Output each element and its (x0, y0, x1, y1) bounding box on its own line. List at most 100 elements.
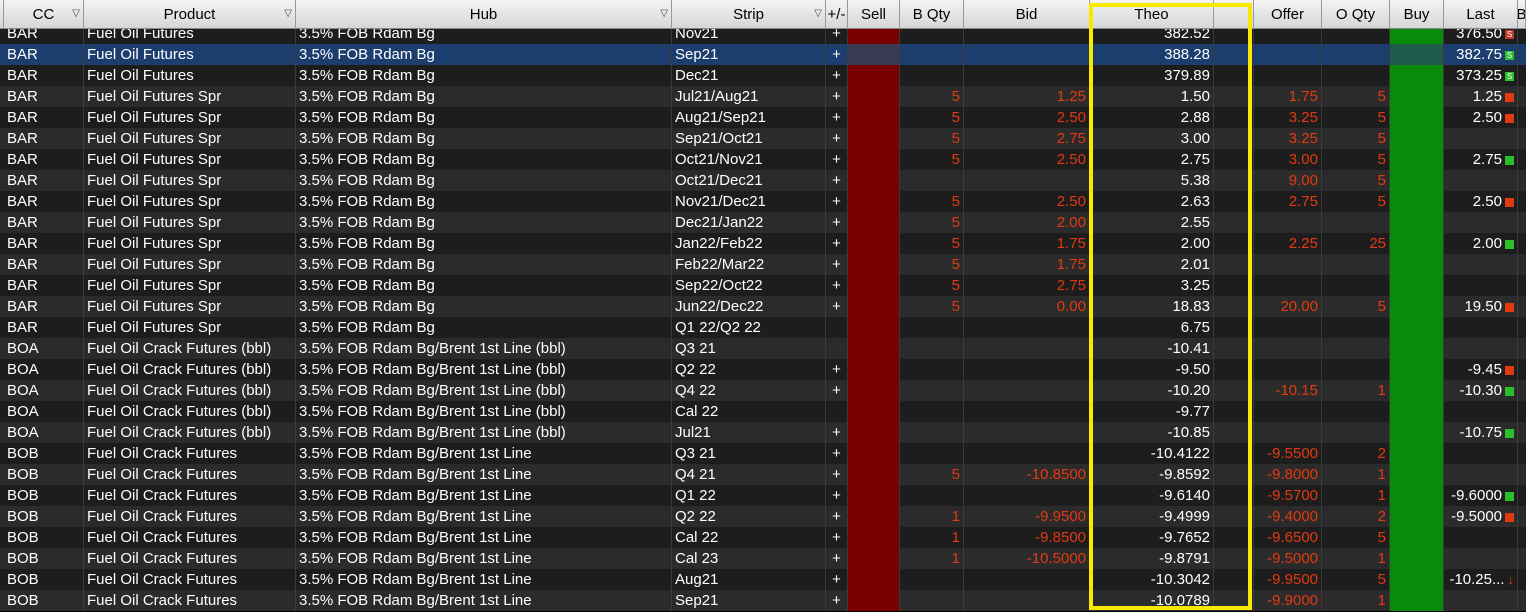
table-row[interactable]: BOB Fuel Oil Crack Futures 3.5% FOB Rdam B… (0, 569, 1526, 590)
column-header-buy[interactable]: Buy (1390, 0, 1444, 29)
filter-icon[interactable]: ▽ (660, 8, 668, 19)
expand-toggle[interactable]: + (826, 212, 848, 233)
sell-button[interactable] (848, 527, 900, 548)
buy-button[interactable] (1390, 254, 1444, 275)
table-row[interactable]: BOB Fuel Oil Crack Futures 3.5% FOB Rdam B… (0, 548, 1526, 569)
expand-toggle[interactable]: + (826, 170, 848, 191)
table-row[interactable]: BAR Fuel Oil Futures 3.5% FOB Rdam Bg Sep21… (0, 44, 1526, 65)
expand-toggle[interactable] (826, 338, 848, 359)
buy-button[interactable] (1390, 128, 1444, 149)
sell-button[interactable] (848, 275, 900, 296)
buy-button[interactable] (1390, 191, 1444, 212)
table-row[interactable]: BOA Fuel Oil Crack Futures (bbl) 3.5% FOB … (0, 359, 1526, 380)
table-row[interactable]: BAR Fuel Oil Futures Spr 3.5% FOB Rdam Bg S… (0, 275, 1526, 296)
buy-button[interactable] (1390, 44, 1444, 65)
sell-button[interactable] (848, 170, 900, 191)
sell-button[interactable] (848, 212, 900, 233)
market-grid[interactable]: BAR Fuel Oil Futures 3.5% FOB Rdam Bg Nov21… (0, 0, 1526, 612)
sell-button[interactable] (848, 254, 900, 275)
expand-toggle[interactable]: + (826, 44, 848, 65)
table-row[interactable]: BAR Fuel Oil Futures Spr 3.5% FOB Rdam Bg O… (0, 149, 1526, 170)
sell-button[interactable] (848, 443, 900, 464)
expand-toggle[interactable]: + (826, 107, 848, 128)
column-header-pm[interactable]: +/- (826, 0, 848, 29)
sell-button[interactable] (848, 65, 900, 86)
buy-button[interactable] (1390, 170, 1444, 191)
sell-button[interactable] (848, 233, 900, 254)
column-header-theo[interactable]: Theo (1090, 0, 1214, 29)
filter-icon[interactable]: ▽ (72, 8, 80, 19)
sell-button[interactable] (848, 317, 900, 338)
column-header-more[interactable]: B (1518, 0, 1526, 29)
table-row[interactable]: BOB Fuel Oil Crack Futures 3.5% FOB Rdam B… (0, 590, 1526, 611)
expand-toggle[interactable]: + (826, 422, 848, 443)
filter-icon[interactable]: ▽ (284, 8, 292, 19)
sell-button[interactable] (848, 464, 900, 485)
sell-button[interactable] (848, 338, 900, 359)
table-row[interactable]: BAR Fuel Oil Futures Spr 3.5% FOB Rdam Bg O… (0, 170, 1526, 191)
table-row[interactable]: BOB Fuel Oil Crack Futures 3.5% FOB Rdam B… (0, 443, 1526, 464)
buy-button[interactable] (1390, 422, 1444, 443)
expand-toggle[interactable]: + (826, 590, 848, 611)
buy-button[interactable] (1390, 233, 1444, 254)
buy-button[interactable] (1390, 527, 1444, 548)
table-row[interactable]: BAR Fuel Oil Futures 3.5% FOB Rdam Bg Dec21… (0, 65, 1526, 86)
buy-button[interactable] (1390, 464, 1444, 485)
expand-toggle[interactable]: + (826, 359, 848, 380)
sell-button[interactable] (848, 569, 900, 590)
sell-button[interactable] (848, 86, 900, 107)
table-row[interactable]: BOA Fuel Oil Crack Futures (bbl) 3.5% FOB … (0, 338, 1526, 359)
expand-toggle[interactable]: + (826, 485, 848, 506)
table-row[interactable]: BAR Fuel Oil Futures Spr 3.5% FOB Rdam Bg S… (0, 128, 1526, 149)
buy-button[interactable] (1390, 338, 1444, 359)
sell-button[interactable] (848, 506, 900, 527)
column-header-oqty[interactable]: O Qty (1322, 0, 1390, 29)
expand-toggle[interactable]: + (826, 254, 848, 275)
column-header-bqty[interactable]: B Qty (900, 0, 964, 29)
expand-toggle[interactable]: + (826, 443, 848, 464)
buy-button[interactable] (1390, 107, 1444, 128)
table-row[interactable]: BOB Fuel Oil Crack Futures 3.5% FOB Rdam B… (0, 485, 1526, 506)
expand-toggle[interactable]: + (826, 296, 848, 317)
column-header-offer[interactable]: Offer (1254, 0, 1322, 29)
table-row[interactable]: BOB Fuel Oil Crack Futures 3.5% FOB Rdam B… (0, 506, 1526, 527)
table-row[interactable]: BAR Fuel Oil Futures Spr 3.5% FOB Rdam Bg D… (0, 212, 1526, 233)
filter-icon[interactable]: ▽ (814, 8, 822, 19)
table-row[interactable]: BAR Fuel Oil Futures Spr 3.5% FOB Rdam Bg N… (0, 191, 1526, 212)
expand-toggle[interactable]: + (826, 128, 848, 149)
sell-button[interactable] (848, 359, 900, 380)
table-row[interactable]: BAR Fuel Oil Futures Spr 3.5% FOB Rdam Bg A… (0, 107, 1526, 128)
sell-button[interactable] (848, 380, 900, 401)
expand-toggle[interactable]: + (826, 548, 848, 569)
buy-button[interactable] (1390, 485, 1444, 506)
table-row[interactable]: BAR Fuel Oil Futures Spr 3.5% FOB Rdam Bg J… (0, 233, 1526, 254)
expand-toggle[interactable] (826, 401, 848, 422)
table-row[interactable]: BAR Fuel Oil Futures Spr 3.5% FOB Rdam Bg Q… (0, 317, 1526, 338)
column-header-blank[interactable] (1214, 0, 1254, 29)
buy-button[interactable] (1390, 317, 1444, 338)
column-header-sell[interactable]: Sell (848, 0, 900, 29)
buy-button[interactable] (1390, 548, 1444, 569)
sell-button[interactable] (848, 422, 900, 443)
expand-toggle[interactable]: + (826, 149, 848, 170)
buy-button[interactable] (1390, 506, 1444, 527)
buy-button[interactable] (1390, 296, 1444, 317)
sell-button[interactable] (848, 149, 900, 170)
sell-button[interactable] (848, 401, 900, 422)
buy-button[interactable] (1390, 65, 1444, 86)
column-header-strip[interactable]: Strip ▽ (672, 0, 826, 29)
sell-button[interactable] (848, 590, 900, 611)
expand-toggle[interactable]: + (826, 464, 848, 485)
sell-button[interactable] (848, 485, 900, 506)
sell-button[interactable] (848, 548, 900, 569)
expand-toggle[interactable]: + (826, 527, 848, 548)
expand-toggle[interactable] (826, 317, 848, 338)
expand-toggle[interactable]: + (826, 65, 848, 86)
buy-button[interactable] (1390, 149, 1444, 170)
sell-button[interactable] (848, 191, 900, 212)
expand-toggle[interactable]: + (826, 275, 848, 296)
buy-button[interactable] (1390, 590, 1444, 611)
expand-toggle[interactable]: + (826, 506, 848, 527)
sell-button[interactable] (848, 296, 900, 317)
table-row[interactable]: BAR Fuel Oil Futures Spr 3.5% FOB Rdam Bg J… (0, 86, 1526, 107)
